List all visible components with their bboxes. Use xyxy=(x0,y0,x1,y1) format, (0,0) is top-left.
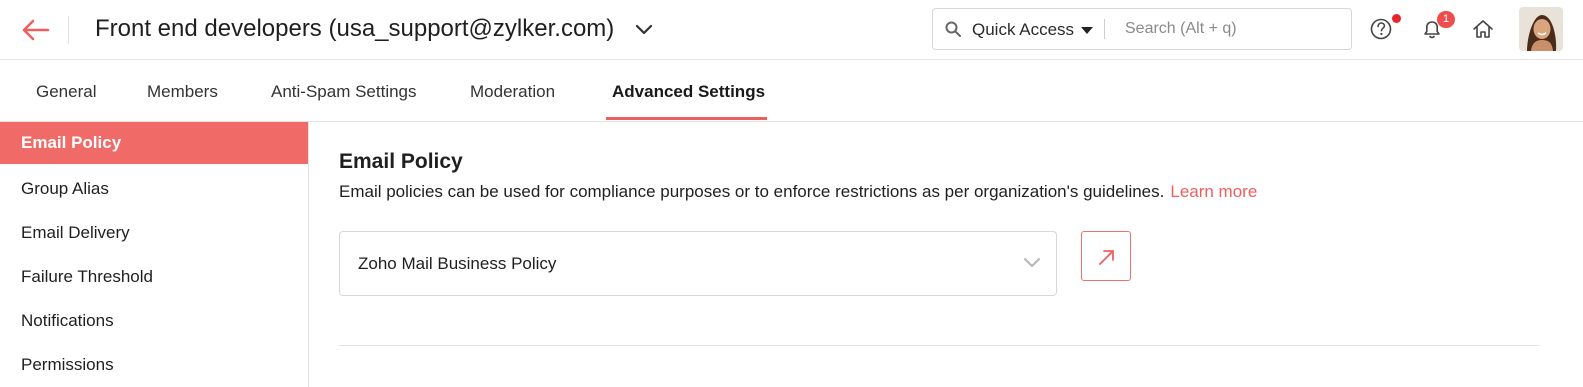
tab-members[interactable]: Members xyxy=(147,82,218,102)
learn-more-link[interactable]: Learn more xyxy=(1170,182,1257,201)
section-description: Email policies can be used for complianc… xyxy=(339,182,1257,202)
avatar[interactable] xyxy=(1519,7,1563,51)
search-input[interactable] xyxy=(1113,14,1362,44)
notification-badge: 1 xyxy=(1437,11,1455,28)
chevron-down-icon[interactable] xyxy=(632,20,656,40)
chevron-down-icon xyxy=(1023,256,1041,270)
policy-select-value: Zoho Mail Business Policy xyxy=(358,254,557,273)
search-icon xyxy=(945,21,961,37)
sidebar-item-email-policy[interactable]: Email Policy xyxy=(0,122,308,164)
caret-down-icon[interactable] xyxy=(1081,27,1093,34)
tab-anti-spam-settings[interactable]: Anti-Spam Settings xyxy=(271,82,417,102)
search-divider xyxy=(1104,19,1105,39)
sidebar-item-notifications[interactable]: Notifications xyxy=(0,300,308,342)
section-title: Email Policy xyxy=(339,150,463,173)
help-alert-dot xyxy=(1392,14,1401,23)
quick-access-dropdown[interactable]: Quick Access xyxy=(972,20,1074,40)
help-icon[interactable] xyxy=(1369,16,1395,42)
tab-bar: General Members Anti-Spam Settings Moder… xyxy=(0,60,1583,122)
search-bar: Quick Access xyxy=(932,8,1362,50)
settings-sidebar: Email Policy Group Alias Email Delivery … xyxy=(0,122,309,387)
back-arrow-icon[interactable] xyxy=(18,14,54,46)
tab-advanced-settings[interactable]: Advanced Settings xyxy=(612,82,765,102)
section-divider xyxy=(339,345,1539,346)
open-policy-button[interactable] xyxy=(1081,231,1131,281)
email-policy-select[interactable]: Zoho Mail Business Policy xyxy=(339,231,1057,296)
group-title: Front end developers (usa_support@zylker… xyxy=(95,15,615,42)
header-divider xyxy=(68,16,69,44)
description-text: Email policies can be used for complianc… xyxy=(339,182,1165,201)
top-header: Front end developers (usa_support@zylker… xyxy=(0,0,1583,60)
tab-moderation[interactable]: Moderation xyxy=(470,82,555,102)
sidebar-item-email-delivery[interactable]: Email Delivery xyxy=(0,212,308,254)
tab-general[interactable]: General xyxy=(36,82,96,102)
active-tab-indicator xyxy=(606,117,767,120)
sidebar-item-failure-threshold[interactable]: Failure Threshold xyxy=(0,256,308,298)
home-icon[interactable] xyxy=(1470,16,1496,42)
sidebar-item-permissions[interactable]: Permissions xyxy=(0,344,308,386)
sidebar-item-group-alias[interactable]: Group Alias xyxy=(0,168,308,210)
